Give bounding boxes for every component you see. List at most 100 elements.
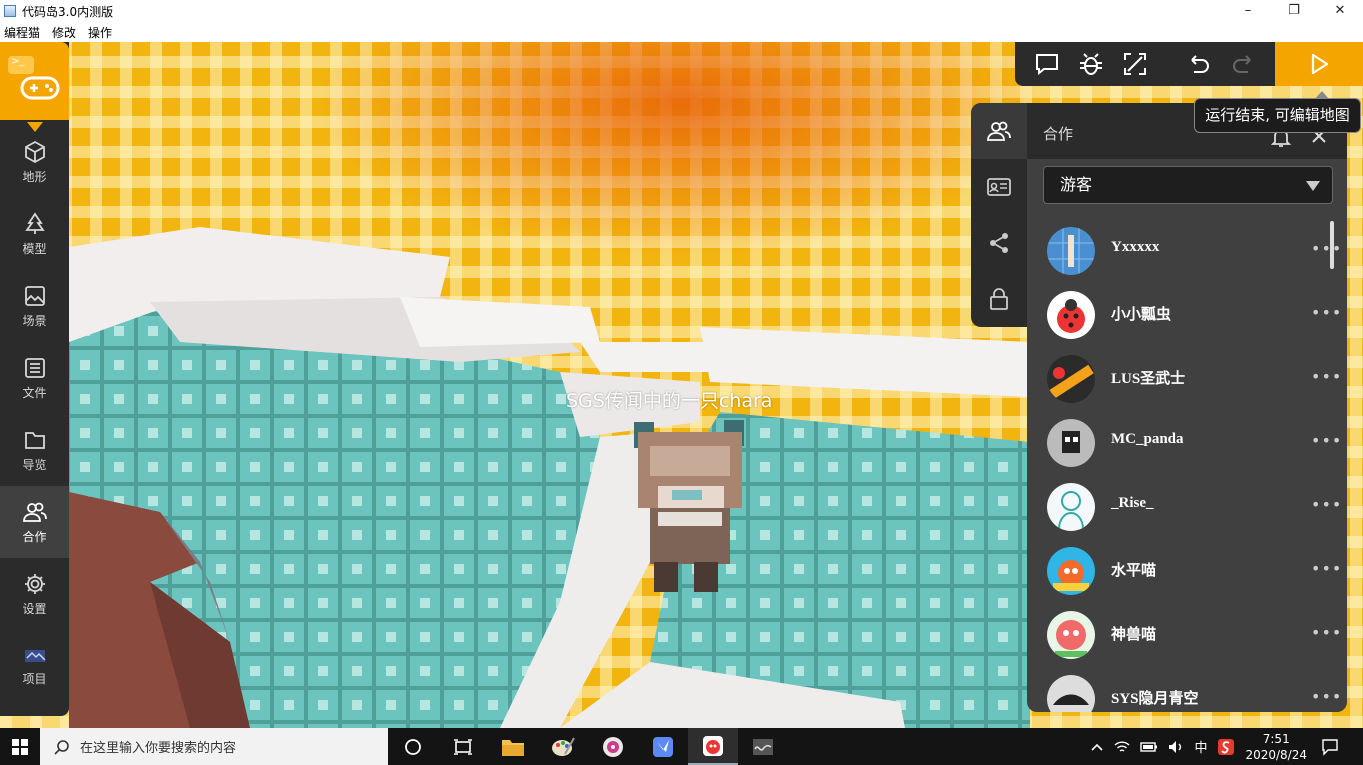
menu-item-edit[interactable]: 修改 — [52, 24, 76, 41]
image-icon — [24, 285, 45, 306]
music-disc-icon — [603, 736, 623, 757]
avatar — [1047, 419, 1095, 467]
tab-share[interactable] — [971, 215, 1027, 271]
left-sidebar: >_ 地形 模型 场景 文件 导览 合作 设置 项目 — [0, 42, 69, 716]
sidebar-item-scene[interactable]: 场景 — [0, 270, 69, 342]
comment-button[interactable] — [1025, 42, 1069, 86]
run-button[interactable] — [1275, 42, 1363, 86]
volume-icon[interactable] — [1168, 740, 1184, 754]
fullscreen-button[interactable] — [1113, 42, 1157, 86]
redo-icon — [1233, 55, 1251, 73]
users-icon — [987, 121, 1011, 141]
wifi-icon[interactable] — [1114, 740, 1130, 754]
taskbar-search[interactable]: 在这里输入你要搜索的内容 — [40, 728, 388, 765]
sidebar-item-model[interactable]: 模型 — [0, 198, 69, 270]
clock-date: 2020/8/24 — [1245, 747, 1307, 762]
more-icon[interactable]: ••• — [1311, 431, 1342, 450]
more-icon[interactable]: ••• — [1311, 687, 1342, 706]
os-taskbar: 在这里输入你要搜索的内容 中 7:51 2020/8/24 — [0, 728, 1363, 765]
more-icon[interactable]: ••• — [1311, 239, 1342, 258]
sidebar-item-settings[interactable]: 设置 — [0, 558, 69, 630]
wave-icon — [753, 738, 773, 755]
taskbar-app-feishu[interactable] — [638, 728, 688, 765]
undo-icon — [1191, 55, 1209, 73]
tab-lock[interactable] — [971, 271, 1027, 327]
collab-user-list: Yxxxxx ••• 小小瓢虫 ••• LUS圣武士 ••• MC_panda … — [1027, 217, 1347, 712]
sidebar-item-label: 文件 — [22, 385, 47, 400]
sidebar-item-terrain[interactable]: 地形 — [0, 126, 69, 198]
more-icon[interactable]: ••• — [1311, 495, 1342, 514]
taskbar-app-explorer[interactable] — [488, 728, 538, 765]
windows-logo-icon — [12, 738, 28, 755]
more-icon[interactable]: ••• — [1311, 303, 1342, 322]
battery-icon[interactable] — [1140, 740, 1158, 754]
list-item[interactable]: 小小瓢虫 ••• — [1027, 281, 1347, 345]
list-item[interactable]: _Rise_ ••• — [1027, 473, 1347, 537]
more-icon[interactable]: ••• — [1311, 367, 1342, 386]
chevron-down-icon — [27, 122, 43, 132]
taskbar-app-codeisland[interactable] — [688, 728, 738, 765]
file-list-icon — [24, 357, 45, 378]
timeline-button[interactable] — [438, 728, 488, 765]
avatar — [1047, 291, 1095, 339]
list-item[interactable]: LUS圣武士 ••• — [1027, 345, 1347, 409]
taskbar-app-paint[interactable] — [538, 728, 588, 765]
ime-indicator[interactable]: 中 — [1194, 737, 1207, 756]
notification-icon[interactable] — [1321, 738, 1339, 756]
avatar — [1047, 547, 1095, 595]
user-name: LUS圣武士 — [1111, 371, 1186, 387]
bug-icon — [1080, 53, 1102, 75]
sidebar-item-guide[interactable]: 导览 — [0, 414, 69, 486]
sidebar-logo[interactable]: >_ — [0, 42, 69, 132]
list-item[interactable]: 水平喵 ••• — [1027, 537, 1347, 601]
user-name: SYS隐月青空 — [1111, 691, 1199, 707]
list-item[interactable]: 神兽喵 ••• — [1027, 601, 1347, 665]
bird-icon — [653, 736, 673, 757]
start-button[interactable] — [0, 728, 40, 765]
taskbar-app-music[interactable] — [588, 728, 638, 765]
role-select[interactable]: 游客 — [1043, 166, 1333, 204]
redo-button[interactable] — [1221, 42, 1265, 86]
avatar — [1047, 355, 1095, 403]
menu-item-biancheng[interactable]: 编程猫 — [4, 24, 40, 41]
player-character[interactable] — [624, 402, 754, 602]
taskbar-app-other[interactable] — [738, 728, 788, 765]
user-list-scrollbar[interactable] — [1330, 221, 1334, 269]
more-icon[interactable]: ••• — [1311, 559, 1342, 578]
user-name: Yxxxxx — [1111, 239, 1160, 255]
avatar — [1047, 675, 1095, 712]
window-controls: – ❐ ✕ — [1225, 0, 1363, 22]
task-view-button[interactable] — [388, 728, 438, 765]
sogou-icon[interactable] — [1217, 738, 1235, 756]
collab-panel-title: 合作 — [1043, 125, 1074, 143]
task-view-icon — [454, 738, 472, 755]
minimize-button[interactable]: – — [1225, 0, 1271, 22]
sidebar-item-file[interactable]: 文件 — [0, 342, 69, 414]
circle-icon — [405, 738, 421, 755]
sidebar-item-label: 设置 — [22, 601, 47, 616]
gear-icon — [24, 573, 45, 594]
chevron-up-icon[interactable] — [1090, 740, 1104, 754]
caret-down-icon — [1306, 181, 1320, 191]
sidebar-item-project[interactable]: 项目 — [0, 630, 69, 702]
close-button[interactable]: ✕ — [1317, 0, 1363, 22]
sidebar-item-collab[interactable]: 合作 — [0, 486, 69, 558]
maximize-button[interactable]: ❐ — [1271, 0, 1317, 22]
list-item[interactable]: SYS隐月青空 ••• — [1027, 665, 1347, 712]
tree-icon — [24, 211, 45, 234]
avatar — [1047, 611, 1095, 659]
tab-id-card[interactable] — [971, 159, 1027, 215]
list-item[interactable]: Yxxxxx ••• — [1027, 217, 1347, 281]
undo-button[interactable] — [1177, 42, 1221, 86]
play-icon — [1311, 53, 1329, 75]
sidebar-item-label: 模型 — [22, 241, 47, 256]
debug-button[interactable] — [1069, 42, 1113, 86]
avatar — [1047, 483, 1095, 531]
list-item[interactable]: MC_panda ••• — [1027, 409, 1347, 473]
folder-icon — [24, 431, 45, 449]
menu-item-operate[interactable]: 操作 — [88, 24, 112, 41]
tab-members[interactable] — [971, 103, 1027, 159]
window-title: 代码岛3.0内测版 — [22, 4, 114, 19]
taskbar-clock[interactable]: 7:51 2020/8/24 — [1245, 731, 1307, 763]
more-icon[interactable]: ••• — [1311, 623, 1342, 642]
